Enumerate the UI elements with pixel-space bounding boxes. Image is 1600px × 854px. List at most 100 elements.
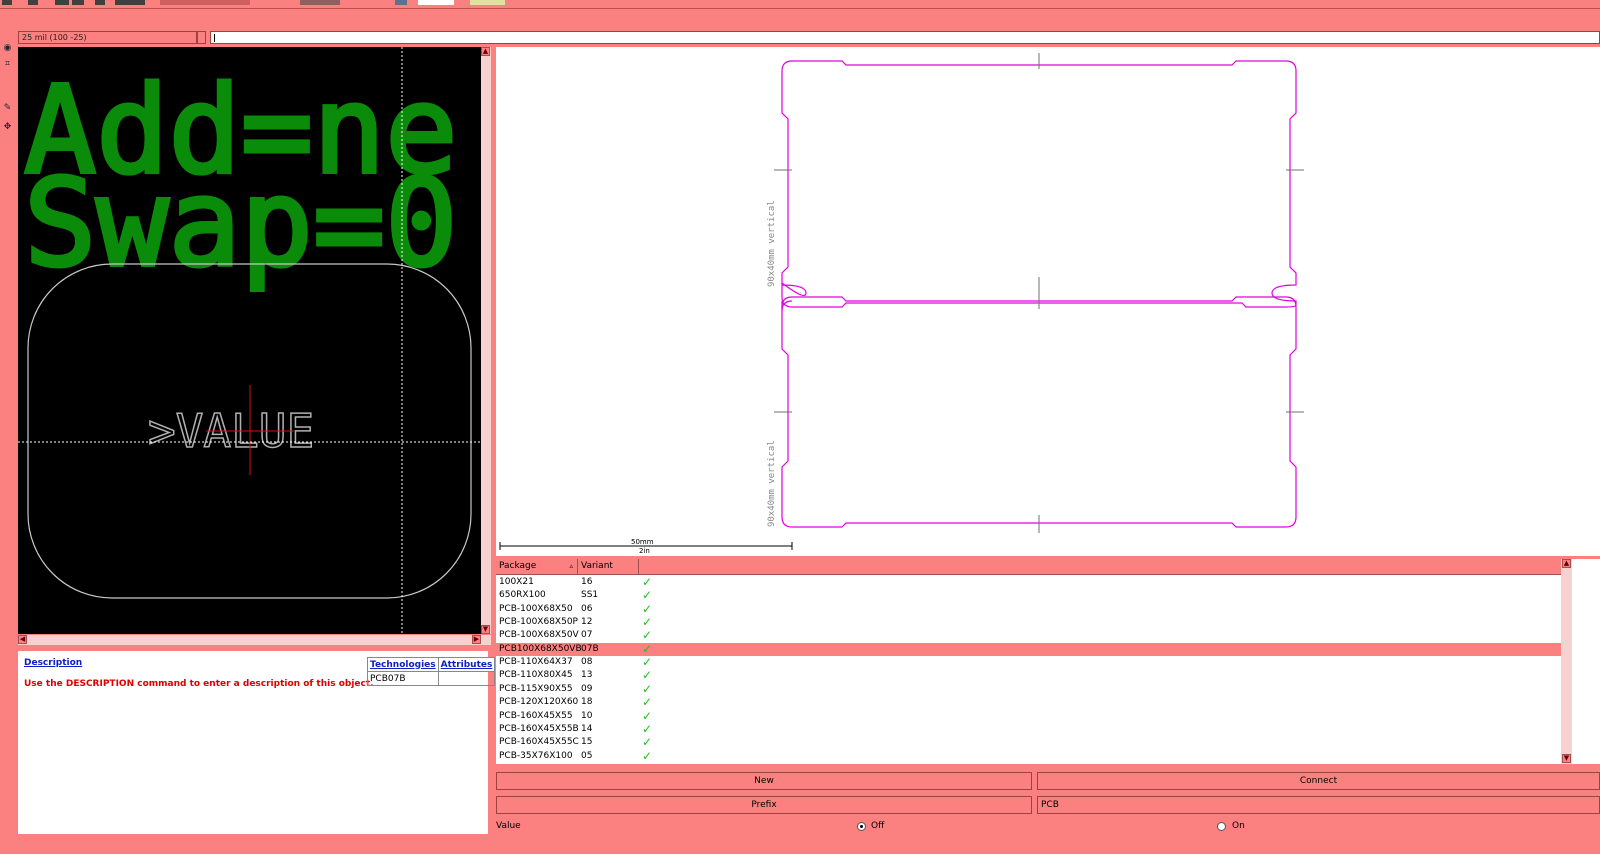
table-row[interactable]: PCB100X68X50VB 07B ✓ xyxy=(496,641,1561,656)
check-icon: ✓ xyxy=(642,641,653,656)
editor-canvas[interactable]: Add=ne Swap=0 >VALUE xyxy=(18,47,481,634)
edit-icons[interactable] xyxy=(160,0,250,5)
toolbar xyxy=(0,0,1600,9)
side-label-top: 90x40mm vertical xyxy=(767,200,777,287)
scale-bar: 50mm 2in xyxy=(499,538,793,555)
table-row[interactable]: PCB-110X80X45 13 ✓ xyxy=(496,669,1561,682)
scroll-up-icon[interactable]: ▲ xyxy=(481,47,490,56)
eye-icon[interactable]: ◉ xyxy=(2,43,13,54)
variant-cell: 07 xyxy=(581,630,593,641)
technology-value[interactable]: PCB07B xyxy=(367,671,439,686)
check-icon: ✓ xyxy=(642,721,653,736)
check-icon: ✓ xyxy=(642,588,653,603)
table-row[interactable]: PCB-100X68X50V 07 ✓ xyxy=(496,629,1561,642)
package-list: Package ▵ Variant 100X21 16 ✓ 650RX100 SS1 ✓ PC… xyxy=(496,559,1600,764)
value-on-radio[interactable] xyxy=(1217,822,1226,831)
scroll-down-icon[interactable]: ▼ xyxy=(481,625,490,634)
open-icon[interactable] xyxy=(2,0,12,5)
tool-icons[interactable] xyxy=(300,0,340,5)
check-icon: ✓ xyxy=(642,681,653,696)
attributes-header[interactable]: Attributes xyxy=(437,657,496,672)
value-on-label: On xyxy=(1232,821,1245,831)
description-link[interactable]: Description xyxy=(24,658,82,668)
package-cell: PCB-100X68X50 xyxy=(499,603,573,614)
package-cell: PCB-160X45X55B xyxy=(499,723,579,734)
variant-cell: 05 xyxy=(581,750,593,761)
coordinate-readout: 25 mil (100 -25) xyxy=(18,31,197,44)
table-row[interactable]: PCB-35X76X100 05 ✓ xyxy=(496,748,1561,763)
value-off-label: Off xyxy=(871,821,885,831)
zoom-icon[interactable] xyxy=(95,0,105,5)
variant-cell: 18 xyxy=(581,697,593,708)
attribute-value[interactable] xyxy=(437,671,496,686)
table-row[interactable]: PCB-160X45X55C 15 ✓ xyxy=(496,736,1561,749)
technologies-table: Technologies Attributes PCB07B xyxy=(367,657,496,686)
command-history-button[interactable] xyxy=(197,31,206,44)
scroll-right-icon[interactable]: ▶ xyxy=(472,635,481,644)
check-icon: ✓ xyxy=(642,601,653,616)
check-icon: ✓ xyxy=(642,708,653,723)
check-icon: ✓ xyxy=(642,628,653,643)
spice-button[interactable] xyxy=(418,0,454,5)
column-variant[interactable]: Variant xyxy=(578,559,639,574)
editor-text-line2: Swap=0 xyxy=(24,155,457,294)
variant-cell: SS1 xyxy=(581,590,599,601)
check-icon: ✓ xyxy=(642,668,653,683)
scale-in: 2in xyxy=(639,547,650,555)
preview-drawing: 90x40mm vertical 90x40mm vertical 50mm 2… xyxy=(499,53,1304,555)
redo-icon[interactable] xyxy=(72,0,84,5)
wrench-icon[interactable]: ✎ xyxy=(2,103,13,114)
package-list-scrollbar[interactable]: ▲ ▼ xyxy=(1561,559,1572,764)
package-cell: 650RX100 xyxy=(499,590,546,601)
package-cell: PCB-110X80X45 xyxy=(499,670,573,681)
variant-cell: 16 xyxy=(581,577,593,587)
left-toolstrip: ◉ ⌗ ✎ ✥ xyxy=(0,40,15,840)
variant-cell: 07B xyxy=(581,643,599,654)
package-cell: PCB-110X64X37 xyxy=(499,657,573,668)
table-row[interactable]: 650RX100 SS1 ✓ xyxy=(496,589,1561,602)
editor-vscroll[interactable]: ▲ ▼ xyxy=(481,47,491,634)
check-icon: ✓ xyxy=(642,735,653,750)
editor-hscroll[interactable]: ◀ ▶ xyxy=(18,635,491,645)
check-icon: ✓ xyxy=(642,575,653,589)
table-row[interactable]: PCB-100X68X50P 12 ✓ xyxy=(496,616,1561,629)
table-row[interactable]: PCB-120X120X60 18 ✓ xyxy=(496,696,1561,709)
list-scroll-down-icon[interactable]: ▼ xyxy=(1562,754,1571,763)
package-cell: PCB-100X68X50V xyxy=(499,630,579,641)
view-icons[interactable] xyxy=(115,0,145,5)
package-cell: PCB-100X68X50P xyxy=(499,617,578,628)
column-package[interactable]: Package ▵ xyxy=(496,559,578,574)
save-icon[interactable] xyxy=(28,0,38,5)
variant-cell: 13 xyxy=(581,670,593,681)
prefix-value-field[interactable]: PCB xyxy=(1037,796,1600,814)
table-row[interactable]: PCB-160X45X55B 14 ✓ xyxy=(496,721,1561,736)
check-icon: ✓ xyxy=(642,748,653,763)
variant-cell: 09 xyxy=(581,683,593,694)
undo-icon[interactable] xyxy=(55,0,69,5)
drc-button[interactable] xyxy=(470,0,505,5)
table-row[interactable]: PCB-100X68X50 06 ✓ xyxy=(496,601,1561,616)
scroll-left-icon[interactable]: ◀ xyxy=(18,635,27,644)
variant-cell: 14 xyxy=(581,723,593,734)
list-scroll-up-icon[interactable]: ▲ xyxy=(1562,559,1571,568)
editor-drawing: Add=ne Swap=0 >VALUE xyxy=(18,47,481,634)
move-icon[interactable]: ✥ xyxy=(2,122,13,133)
connect-button[interactable]: Connect xyxy=(1037,772,1600,790)
table-row[interactable]: PCB-115X90X55 09 ✓ xyxy=(496,681,1561,696)
variant-cell: 08 xyxy=(581,657,593,668)
table-row[interactable]: PCB-110X64X37 08 ✓ xyxy=(496,656,1561,669)
technologies-header[interactable]: Technologies xyxy=(367,657,439,672)
prefix-button[interactable]: Prefix xyxy=(496,796,1032,814)
package-cell: PCB-160X45X55 xyxy=(499,710,573,721)
new-button[interactable]: New xyxy=(496,772,1032,790)
grid-info-icon[interactable]: ⌗ xyxy=(2,59,13,70)
command-line-input[interactable] xyxy=(210,31,1600,44)
package-cell: PCB-120X120X60 xyxy=(499,697,579,708)
grid-icon[interactable] xyxy=(395,0,407,5)
check-icon: ✓ xyxy=(642,615,653,630)
table-row[interactable]: PCB-160X45X55 10 ✓ xyxy=(496,708,1561,723)
check-icon: ✓ xyxy=(642,695,653,710)
table-row[interactable]: 100X21 16 ✓ xyxy=(496,576,1561,589)
package-cell: 100X21 xyxy=(499,577,534,587)
value-off-radio[interactable] xyxy=(857,822,866,831)
